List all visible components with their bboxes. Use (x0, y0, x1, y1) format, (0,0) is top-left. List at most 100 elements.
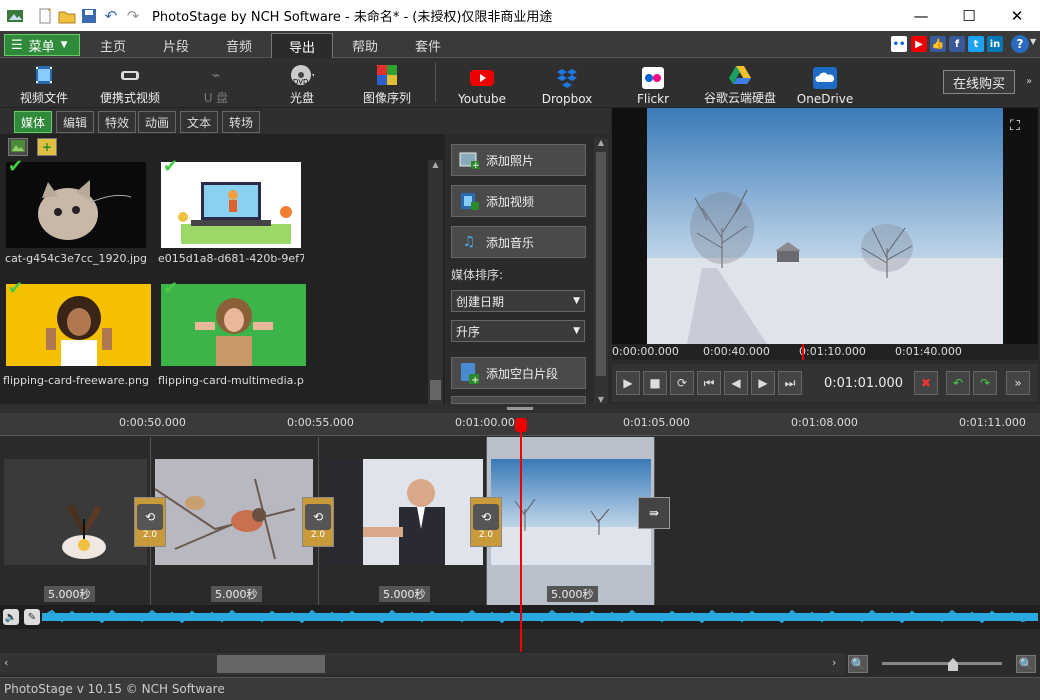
tab-clips[interactable]: 片段 (145, 33, 207, 58)
minimize-button[interactable]: — (898, 0, 944, 31)
export-dropbox-button[interactable]: Dropbox (540, 62, 594, 106)
preview-ruler[interactable]: 0:00:00.000 0:00:40.000 0:01:10.000 0:01… (612, 344, 1038, 360)
playhead-handle[interactable] (515, 418, 527, 432)
tab-help[interactable]: 帮助 (334, 33, 396, 58)
like-icon[interactable]: 👍 (930, 36, 946, 52)
media-bin-view-button[interactable] (8, 138, 28, 156)
media-item[interactable]: ✔ flipping-card-multimedia.png (158, 278, 306, 387)
transition-marker[interactable]: ⟲ 2.0 (134, 497, 166, 547)
help-dropdown-icon[interactable]: ▼ (1030, 37, 1036, 46)
rotate-left-button[interactable]: ↶ (946, 371, 970, 395)
export-google-drive-button[interactable]: 谷歌云端硬盘 (700, 62, 780, 106)
side-panel-scrollbar[interactable]: ▲ ▼ (594, 138, 608, 404)
subtab-media[interactable]: 媒体 (14, 111, 52, 133)
close-button[interactable]: ✕ (994, 0, 1040, 31)
loop-button[interactable]: ⟳ (670, 371, 694, 395)
linkedin-icon[interactable]: in (987, 36, 1003, 52)
panel-splitter[interactable] (0, 404, 1040, 413)
add-photo-button[interactable]: + 添加照片 (451, 144, 586, 176)
undo-icon[interactable]: ↶ (100, 5, 122, 27)
edit-audio-icon[interactable]: ✎ (24, 609, 40, 625)
scroll-up-icon[interactable]: ▲ (594, 138, 608, 147)
transition-duration: 2.0 (478, 530, 494, 540)
scroll-up-icon[interactable]: ▲ (428, 160, 443, 169)
export-portable-video-label: 便携式视频 (99, 91, 160, 105)
export-flickr-button[interactable]: Flickr (630, 62, 676, 106)
add-blank-clip-button[interactable]: + 添加空白片段 (451, 357, 586, 389)
add-video-icon (458, 190, 480, 212)
preview-position-marker[interactable] (802, 344, 804, 360)
media-bin-scrollbar[interactable]: ▲ (428, 160, 443, 404)
tab-home[interactable]: 主页 (82, 33, 144, 58)
export-usb-button[interactable]: ⌁ U 盘 (196, 62, 236, 106)
play-button[interactable]: ▶ (616, 371, 640, 395)
timeline-clip[interactable]: 5.000秒 (319, 437, 487, 605)
zoom-slider-track[interactable] (882, 662, 1002, 665)
scroll-down-icon[interactable]: ▼ (594, 395, 608, 404)
scroll-right-icon[interactable]: › (832, 656, 836, 669)
timeline-clip[interactable]: 5.000秒 (0, 437, 151, 605)
toolbar-overflow-icon[interactable]: » (1026, 76, 1032, 87)
timeline-clip-selected[interactable]: 5.000秒 (487, 437, 655, 605)
go-to-end-button[interactable]: ⏭ (778, 371, 802, 395)
subtab-transitions[interactable]: 转场 (222, 111, 260, 133)
add-video-button[interactable]: 添加视频 (451, 185, 586, 217)
transition-marker[interactable]: ⟲ 2.0 (470, 497, 502, 547)
export-disc-button[interactable]: DVD 光盘 (280, 62, 324, 106)
sort-order-select[interactable]: 升序 ▼ (451, 320, 585, 342)
buy-online-button[interactable]: 在线购买 (943, 70, 1015, 94)
add-transition-button[interactable]: ⇛ (638, 497, 670, 529)
youtube-share-icon[interactable]: ▶ (911, 36, 927, 52)
timeline-scrollbar[interactable]: ‹ › (0, 653, 845, 675)
sort-by-select[interactable]: 创建日期 ▼ (451, 290, 585, 312)
export-image-sequence-button[interactable]: 图像序列 (360, 62, 414, 106)
twitter-icon[interactable]: t (968, 36, 984, 52)
scrollbar-thumb[interactable] (217, 655, 325, 673)
subtab-edit[interactable]: 编辑 (56, 111, 94, 133)
tab-export[interactable]: 导出 (271, 33, 333, 58)
new-file-icon[interactable] (34, 5, 56, 27)
subtab-animation[interactable]: 动画 (138, 111, 176, 133)
export-portable-video-button[interactable]: 便携式视频 (98, 62, 162, 106)
help-icon[interactable]: ? (1011, 35, 1029, 53)
scrollbar-thumb[interactable] (596, 152, 606, 376)
export-onedrive-button[interactable]: OneDrive (797, 62, 853, 106)
add-music-button[interactable]: ♫ 添加音乐 (451, 226, 586, 258)
media-item[interactable]: ✔ flipping-card-freeware.png (3, 278, 151, 387)
scrollbar-thumb[interactable] (430, 380, 441, 400)
facebook-icon[interactable]: f (949, 36, 965, 52)
scroll-left-icon[interactable]: ‹ (4, 656, 8, 669)
go-to-start-button[interactable]: ⏮ (697, 371, 721, 395)
tab-audio[interactable]: 音频 (208, 33, 270, 58)
maximize-button[interactable]: ☐ (946, 0, 992, 31)
stop-button[interactable]: ■ (643, 371, 667, 395)
fullscreen-icon[interactable]: ⛶ (1010, 118, 1020, 134)
timeline-playhead[interactable] (515, 418, 527, 652)
tab-suite[interactable]: 套件 (397, 33, 459, 58)
zoom-out-button[interactable]: 🔍 (848, 655, 868, 673)
rotate-right-button[interactable]: ↷ (973, 371, 997, 395)
zoom-slider-handle[interactable] (948, 658, 958, 671)
add-media-button[interactable]: + (37, 138, 57, 156)
media-item[interactable]: ✔ e015d1a8-d681-420b-9ef7-... (158, 156, 304, 265)
chevron-down-icon: ▼ (573, 296, 580, 306)
main-menu-button[interactable]: ☰ 菜单 ▼ (4, 34, 80, 56)
export-youtube-button[interactable]: Youtube (455, 62, 509, 106)
media-item[interactable]: ✔ cat-g454c3e7cc_1920.jpg (5, 156, 149, 265)
delete-button[interactable]: ✖ (914, 371, 938, 395)
speaker-icon[interactable]: 🔈 (3, 609, 19, 625)
flickr-share-icon[interactable]: •• (891, 36, 907, 52)
save-icon[interactable] (78, 5, 100, 27)
open-folder-icon[interactable] (56, 5, 78, 27)
transition-marker[interactable]: ⟲ 2.0 (302, 497, 334, 547)
redo-icon[interactable]: ↷ (122, 5, 144, 27)
maximize-icon: ☐ (962, 6, 976, 25)
subtab-text[interactable]: 文本 (180, 111, 218, 133)
export-video-file-button[interactable]: 视频文件 (14, 62, 74, 106)
timeline-clip[interactable]: 5.000秒 (151, 437, 319, 605)
subtab-effects[interactable]: 特效 (98, 111, 136, 133)
previous-frame-button[interactable]: ◀ (724, 371, 748, 395)
more-controls-button[interactable]: » (1006, 371, 1030, 395)
zoom-in-button[interactable]: 🔍 (1016, 655, 1036, 673)
next-frame-button[interactable]: ▶ (751, 371, 775, 395)
